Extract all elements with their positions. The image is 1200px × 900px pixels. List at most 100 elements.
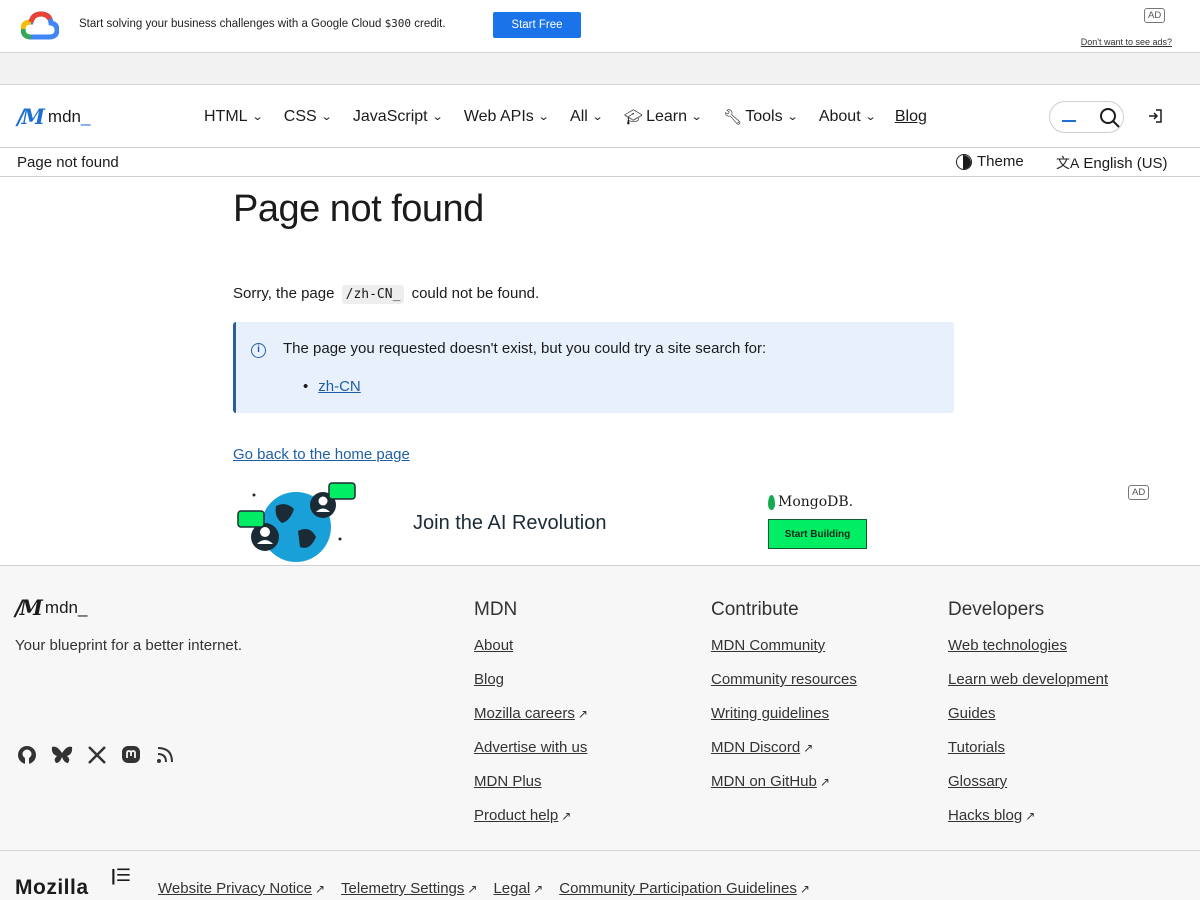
privacy-notice-link[interactable]: Website Privacy Notice ↗︎ [158,880,325,897]
footer-link-guides[interactable]: Guides [948,704,1108,738]
info-icon: i [251,343,266,358]
ad-spacer [0,53,1200,85]
social-links [16,744,176,766]
chevron-down-icon: ⌄ [537,111,550,123]
footer-link-product-help[interactable]: Product help ↗︎ [474,806,588,840]
notice-text: The page you requested doesn't exist, bu… [283,340,767,357]
search-button[interactable] [1049,101,1124,133]
mozilla-mark-icon: |☰ [111,866,131,885]
theme-switcher[interactable]: Theme [956,153,1024,170]
footer-col-mdn: MDN About Blog Mozilla careers ↗︎ Adverti… [474,599,588,840]
dont-want-ads-link[interactable]: Don't want to see ads? [1081,37,1172,47]
ad-slogan: Join the AI Revolution [413,512,607,534]
search-cursor [1062,120,1076,122]
footer-link-tutorials[interactable]: Tutorials [948,738,1108,772]
chevron-down-icon: ⌄ [320,111,333,123]
footer-col-developers: Developers Web technologies Learn web de… [948,599,1108,840]
footer-link-github[interactable]: MDN on GitHub ↗︎ [711,772,857,806]
nav-blog-link[interactable]: Blog [895,108,927,126]
footer-link-mdn-plus[interactable]: MDN Plus [474,772,588,806]
nav-javascript[interactable]: JavaScript ⌄ [353,108,444,126]
telemetry-settings-link[interactable]: Telemetry Settings ↗︎ [341,880,477,897]
mdn-logo[interactable]: /M mdn_ [17,104,90,129]
external-link-icon: ↗︎ [819,775,830,789]
footer-link-careers[interactable]: Mozilla careers ↗︎ [474,704,588,738]
main-header: /M mdn_ HTML ⌄ CSS ⌄ JavaScript ⌄ Web APIs ⌄… [0,85,1200,148]
external-link-icon: ↗︎ [314,882,326,896]
nav-tools[interactable]: 🔧︎ Tools ⌄ [723,108,799,126]
footer-link-community[interactable]: MDN Community [711,636,857,670]
chevron-down-icon: ⌄ [431,111,444,123]
breadcrumb-bar: Page not found Theme 文A English (US) [0,148,1200,177]
bluesky-icon[interactable] [50,744,74,766]
nav-css[interactable]: CSS ⌄ [284,108,333,126]
external-link-icon: ↗︎ [577,707,588,721]
nav-html[interactable]: HTML ⌄ [204,108,264,126]
nav-web-apis[interactable]: Web APIs ⌄ [464,108,550,126]
start-free-button[interactable]: Start Free [493,12,581,38]
login-icon[interactable] [1146,107,1164,125]
nav-all[interactable]: All ⌄ [570,108,604,126]
ad-badge: AD [1128,485,1150,500]
footer-link-web-technologies[interactable]: Web technologies [948,636,1108,670]
footer-link-advertise[interactable]: Advertise with us [474,738,588,772]
mastodon-icon[interactable] [120,744,142,766]
external-link-icon: ↗︎ [533,882,544,896]
nav-learn[interactable]: 🎓︎ Learn ⌄ [624,108,703,126]
mozilla-logo[interactable]: Mozilla [15,876,89,900]
chevron-down-icon: ⌄ [690,111,703,123]
x-icon[interactable] [86,744,108,766]
list-item: zh-CN [303,378,361,395]
legal-links: Website Privacy Notice ↗︎ Telemetry Setti… [158,880,810,897]
search-icon [1100,108,1120,128]
top-ad-banner: Start solving your business challenges w… [0,0,1200,53]
external-link-icon: ↗︎ [799,882,810,896]
footer-link-glossary[interactable]: Glossary [948,772,1108,806]
top-ad-text: Start solving your business challenges w… [79,17,446,30]
external-link-icon: ↗︎ [467,882,478,896]
footer-divider [0,850,1200,851]
search-suggestion-link[interactable]: zh-CN [318,378,361,395]
language-switcher[interactable]: 文A English (US) [1056,153,1168,173]
legal-link[interactable]: Legal ↗︎ [493,880,543,897]
footer-tagline: Your blueprint for a better internet. [15,637,243,654]
mdn-m-icon: /M [17,104,45,129]
start-building-button[interactable]: Start Building [768,519,867,549]
chevron-down-icon: ⌄ [864,111,877,123]
graduation-cap-icon: 🎓︎ [624,108,644,126]
mongodb-logo[interactable]: MongoDB. [768,494,853,510]
mongodb-leaf-icon [768,494,775,510]
chevron-down-icon: ⌄ [251,111,264,123]
wrench-icon: 🔧︎ [723,108,743,126]
home-page-link[interactable]: Go back to the home page [233,446,410,463]
footer-link-community-resources[interactable]: Community resources [711,670,857,704]
footer-col-contribute: Contribute MDN Community Community resou… [711,599,857,806]
footer-link-discord[interactable]: MDN Discord ↗︎ [711,738,857,772]
footer-col-heading: Developers [948,599,1045,620]
footer-mdn-logo[interactable]: /M mdn_ [15,595,87,620]
breadcrumb: Page not found [17,154,119,171]
external-link-icon: ↗︎ [561,809,572,823]
page-title: Page not found [233,188,484,230]
external-link-icon: ↗︎ [1025,809,1036,823]
footer-link-hacks-blog[interactable]: Hacks blog ↗︎ [948,806,1108,840]
community-guidelines-link[interactable]: Community Participation Guidelines ↗︎ [559,880,810,897]
search-suggestion-notice: i The page you requested doesn't exist, … [233,322,954,413]
main-nav: HTML ⌄ CSS ⌄ JavaScript ⌄ Web APIs ⌄ All ⌄ 🎓︎… [204,85,927,148]
footer-link-writing-guidelines[interactable]: Writing guidelines [711,704,857,738]
github-icon[interactable] [16,744,38,766]
footer-link-blog[interactable]: Blog [474,670,588,704]
nav-about[interactable]: About ⌄ [819,108,877,126]
mdn-m-icon: /M [15,595,43,620]
ad-badge: AD [1144,8,1166,23]
translate-icon: 文A [1056,155,1080,171]
theme-icon [956,153,972,170]
rss-icon[interactable] [154,744,176,766]
chevron-down-icon: ⌄ [591,111,604,123]
google-cloud-logo-icon [21,11,59,40]
footer-link-about[interactable]: About [474,636,588,670]
not-found-message: Sorry, the page /zh-CN_ could not be fou… [233,285,540,304]
external-link-icon: ↗︎ [803,741,814,755]
footer-link-learn-web-dev[interactable]: Learn web development [948,670,1108,704]
chevron-down-icon: ⌄ [786,111,799,123]
